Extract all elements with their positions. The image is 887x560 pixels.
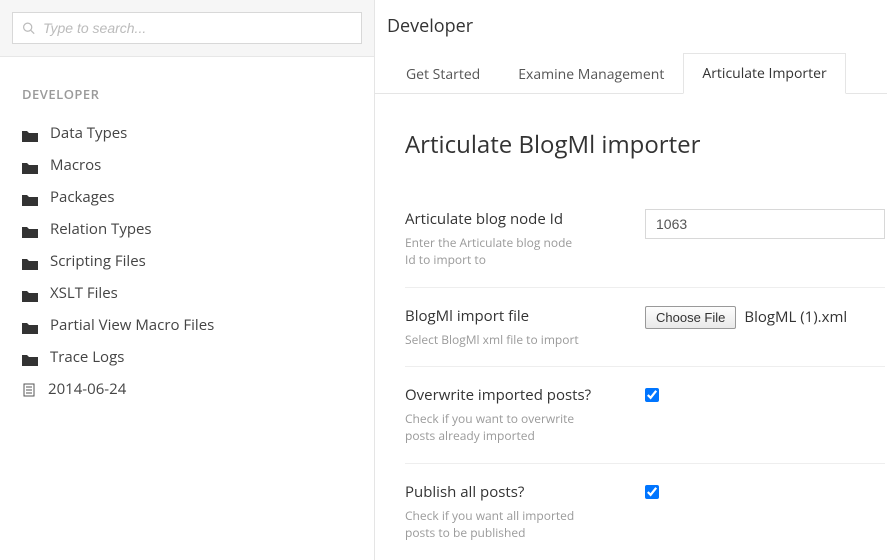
folder-icon <box>22 159 38 171</box>
tree-item-label: Scripting Files <box>50 251 146 271</box>
tree-item-partial-view-macro-files[interactable]: Partial View Macro Files <box>22 309 374 341</box>
tree-item-macros[interactable]: Macros <box>22 149 374 181</box>
field-help: Check if you want to overwrite posts alr… <box>405 411 585 445</box>
folder-icon <box>22 351 38 363</box>
tree-item-relation-types[interactable]: Relation Types <box>22 213 374 245</box>
search-wrap <box>0 0 374 57</box>
selected-file-name: BlogML (1).xml <box>744 307 847 327</box>
tree-item-label: Packages <box>50 187 114 207</box>
folder-icon <box>22 127 38 139</box>
tree-item-trace-log-entry[interactable]: 2014-06-24 <box>22 373 374 405</box>
search-input[interactable] <box>12 12 362 44</box>
tree-item-packages[interactable]: Packages <box>22 181 374 213</box>
tree-item-label: Trace Logs <box>50 347 124 367</box>
node-id-input[interactable] <box>645 209 885 239</box>
publish-checkbox[interactable] <box>645 485 659 499</box>
folder-icon <box>22 223 38 235</box>
tab-get-started[interactable]: Get Started <box>387 54 499 94</box>
tree-item-label: Relation Types <box>50 219 152 239</box>
field-overwrite: Overwrite imported posts? Check if you w… <box>405 367 885 464</box>
folder-icon <box>22 287 38 299</box>
tree-item-xslt-files[interactable]: XSLT Files <box>22 277 374 309</box>
field-label: Overwrite imported posts? <box>405 385 625 405</box>
field-help: Check if you want all imported posts to … <box>405 508 585 542</box>
tab-articulate-importer[interactable]: Articulate Importer <box>683 53 845 94</box>
folder-icon <box>22 191 38 203</box>
tree-item-data-types[interactable]: Data Types <box>22 117 374 149</box>
sidebar-tree: Data Types Macros Packages Relation Type… <box>0 117 374 373</box>
choose-file-button[interactable]: Choose File <box>645 306 736 329</box>
page-title: Developer <box>375 14 887 38</box>
document-icon <box>22 382 36 396</box>
header: Developer Get Started Examine Management… <box>375 0 887 94</box>
field-help: Enter the Articulate blog node Id to imp… <box>405 235 585 269</box>
tree-item-label: Partial View Macro Files <box>50 315 214 335</box>
tree-item-label: Data Types <box>50 123 127 143</box>
field-label: Publish all posts? <box>405 482 625 502</box>
tree-item-label: Macros <box>50 155 101 175</box>
field-publish: Publish all posts? Check if you want all… <box>405 464 885 560</box>
sidebar-section-title: DEVELOPER <box>0 57 374 117</box>
field-node-id: Articulate blog node Id Enter the Articu… <box>405 191 885 288</box>
field-label: BlogMl import file <box>405 306 625 326</box>
main: Developer Get Started Examine Management… <box>375 0 887 560</box>
content-heading: Articulate BlogMl importer <box>405 128 885 161</box>
field-help: Select BlogMl xml file to import <box>405 332 585 349</box>
field-label: Articulate blog node Id <box>405 209 625 229</box>
overwrite-checkbox[interactable] <box>645 388 659 402</box>
content: Articulate BlogMl importer Articulate bl… <box>375 94 887 560</box>
tabs: Get Started Examine Management Articulat… <box>375 52 887 94</box>
tree-item-label: 2014-06-24 <box>48 379 126 399</box>
tab-examine-management[interactable]: Examine Management <box>499 54 683 94</box>
tree-item-scripting-files[interactable]: Scripting Files <box>22 245 374 277</box>
tree-item-label: XSLT Files <box>50 283 118 303</box>
sidebar: DEVELOPER Data Types Macros Packages Rel… <box>0 0 375 560</box>
folder-icon <box>22 255 38 267</box>
field-import-file: BlogMl import file Select BlogMl xml fil… <box>405 288 885 368</box>
folder-icon <box>22 319 38 331</box>
tree-item-trace-logs[interactable]: Trace Logs <box>22 341 374 373</box>
